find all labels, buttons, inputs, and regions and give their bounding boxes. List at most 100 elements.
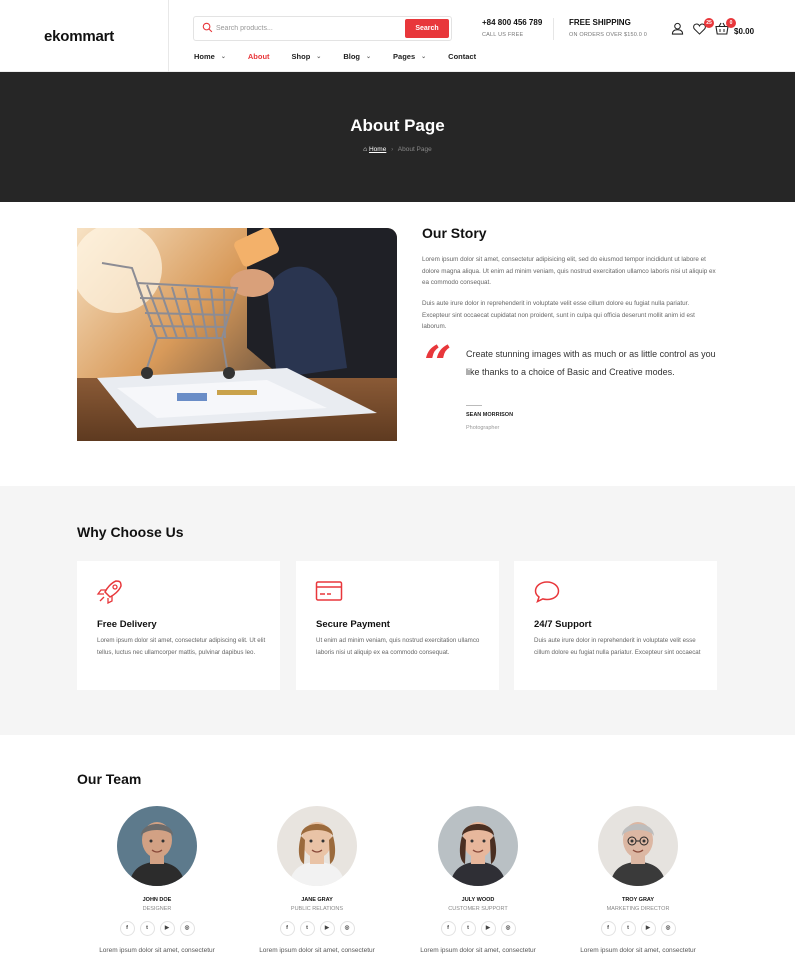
chevron-down-icon: ⌄	[366, 54, 372, 60]
facebook-icon[interactable]: f	[440, 921, 456, 936]
shipping-subtitle: ON ORDERS OVER $150.0 0	[569, 32, 647, 38]
member-role: DESIGNER	[142, 906, 172, 912]
story-paragraph: Lorem ipsum dolor sit amet, consectetur …	[422, 256, 716, 286]
section-title: Why Choose Us	[77, 524, 184, 540]
social-links: f t ▶ ◎	[77, 921, 237, 936]
nav-item-label: Blog	[343, 52, 360, 61]
breadcrumb: ⌂ Home › About Page	[0, 146, 795, 153]
team-member-card: TROY GRAY MARKETING DIRECTOR f t ▶ ◎ Lorem ips…	[558, 806, 718, 954]
phone-subtitle: CALL US FREE	[482, 32, 524, 38]
why-choose-us-section: Why Choose Us Free Delivery Lorem ipsum …	[0, 486, 795, 735]
youtube-icon[interactable]: ▶	[319, 921, 335, 936]
twitter-icon[interactable]: t	[139, 921, 155, 936]
feature-card: Free Delivery Lorem ipsum dolor sit amet…	[77, 561, 280, 690]
feature-text: Ut enim ad minim veniam, quis nostrud ex…	[316, 637, 480, 656]
twitter-icon[interactable]: t	[620, 921, 636, 936]
team-member-card: JULY WOOD CUSTOMER SUPPORT f t ▶ ◎ Lorem ipsum…	[398, 806, 558, 954]
story-paragraph: Duis aute irure dolor in reprehenderit i…	[422, 300, 695, 330]
wishlist-count-badge: 25	[704, 18, 714, 28]
nav-item-label: Home	[194, 52, 215, 61]
dribbble-icon[interactable]: ◎	[339, 921, 355, 936]
member-name: JANE GRAY	[301, 897, 333, 903]
shopping-cart-photo	[77, 228, 397, 441]
breadcrumb-separator: ›	[391, 146, 394, 153]
nav-item-label: Pages	[393, 52, 416, 61]
search-button[interactable]: Search	[405, 19, 449, 38]
dribbble-icon[interactable]: ◎	[500, 921, 516, 936]
social-links: f t ▶ ◎	[237, 921, 397, 936]
contact-info: +84 800 456 789 CALL US FREE	[482, 18, 542, 38]
nav-item-blog[interactable]: Blog ⌄	[343, 52, 371, 61]
feature-card: 24/7 Support Duis aute irure dolor in re…	[514, 561, 717, 690]
nav-item-shop[interactable]: Shop ⌄	[292, 52, 322, 61]
facebook-icon[interactable]: f	[119, 921, 135, 936]
credit-card-icon	[315, 581, 343, 601]
nav-item-about[interactable]: About	[248, 52, 270, 61]
avatar	[277, 806, 357, 886]
quote-mark-icon: “	[424, 336, 452, 392]
quote-author: SEAN MORRISON	[466, 412, 514, 418]
avatar	[438, 806, 518, 886]
cart-total[interactable]: $0.00	[734, 27, 754, 36]
header-divider	[553, 18, 554, 40]
dribbble-icon[interactable]: ◎	[660, 921, 676, 936]
youtube-icon[interactable]: ▶	[159, 921, 175, 936]
nav-item-label: Contact	[448, 52, 477, 61]
quote-divider	[466, 405, 482, 406]
chevron-down-icon: ⌄	[220, 54, 226, 60]
home-icon: ⌂	[363, 146, 368, 153]
feature-title: Free Delivery	[97, 619, 157, 630]
search-input[interactable]	[216, 17, 396, 40]
breadcrumb-home-link[interactable]: Home	[369, 146, 386, 153]
youtube-icon[interactable]: ▶	[640, 921, 656, 936]
member-name: JOHN DOE	[142, 897, 172, 903]
feature-text: Duis aute irure dolor in reprehenderit i…	[534, 637, 701, 656]
member-bio: Lorem ipsum dolor sit amet, consectetur	[580, 947, 696, 954]
nav-item-home[interactable]: Home ⌄	[194, 52, 226, 61]
twitter-icon[interactable]: t	[460, 921, 476, 936]
search-icon	[202, 22, 213, 33]
facebook-icon[interactable]: f	[279, 921, 295, 936]
logo-area: ekommart	[0, 0, 169, 72]
main-nav: Home ⌄ About Shop ⌄ Blog ⌄ Pages ⌄ Contact	[194, 52, 498, 61]
shipping-info: FREE SHIPPING ON ORDERS OVER $150.0 0	[569, 18, 647, 38]
facebook-icon[interactable]: f	[600, 921, 616, 936]
member-bio: Lorem ipsum dolor sit amet, consectetur	[420, 947, 536, 954]
shipping-title: FREE SHIPPING	[569, 18, 631, 27]
member-name: TROY GRAY	[621, 897, 655, 903]
phone-number[interactable]: +84 800 456 789	[482, 18, 542, 27]
avatar	[598, 806, 678, 886]
twitter-icon[interactable]: t	[299, 921, 315, 936]
breadcrumb-current: About Page	[397, 146, 432, 153]
member-role: PUBLIC RELATIONS	[290, 906, 344, 912]
social-links: f t ▶ ◎	[558, 921, 718, 936]
nav-item-contact[interactable]: Contact	[448, 52, 476, 61]
quote-author-role: Photographer	[466, 425, 500, 431]
chevron-down-icon: ⌄	[316, 54, 322, 60]
nav-item-label: Shop	[291, 52, 311, 61]
site-header: ekommart Search +84 800 456 789 CALL US …	[0, 0, 795, 72]
user-icon[interactable]	[671, 22, 684, 35]
feature-card: Secure Payment Ut enim ad minim veniam, …	[296, 561, 499, 690]
member-bio: Lorem ipsum dolor sit amet, consectetur	[259, 947, 375, 954]
site-logo[interactable]: ekommart	[44, 28, 114, 45]
member-name: JULY WOOD	[461, 897, 495, 903]
rocket-icon	[96, 580, 122, 604]
chevron-down-icon: ⌄	[421, 54, 427, 60]
page-title: About Page	[350, 116, 445, 135]
story-title: Our Story	[422, 225, 487, 241]
feature-title: 24/7 Support	[534, 619, 592, 630]
team-section-title: Our Team	[77, 771, 142, 787]
social-links: f t ▶ ◎	[398, 921, 558, 936]
nav-item-label: About	[247, 52, 270, 61]
team-member-card: JANE GRAY PUBLIC RELATIONS f t ▶ ◎ Lorem ipsum…	[237, 806, 397, 954]
youtube-icon[interactable]: ▶	[480, 921, 496, 936]
avatar	[117, 806, 197, 886]
dribbble-icon[interactable]: ◎	[179, 921, 195, 936]
search-bar: Search	[193, 16, 452, 41]
member-role: CUSTOMER SUPPORT	[448, 906, 508, 912]
member-bio: Lorem ipsum dolor sit amet, consectetur	[99, 947, 215, 954]
feature-text: Lorem ipsum dolor sit amet, consectetur …	[97, 637, 266, 656]
nav-item-pages[interactable]: Pages ⌄	[393, 52, 426, 61]
member-role: MARKETING DIRECTOR	[606, 906, 670, 912]
